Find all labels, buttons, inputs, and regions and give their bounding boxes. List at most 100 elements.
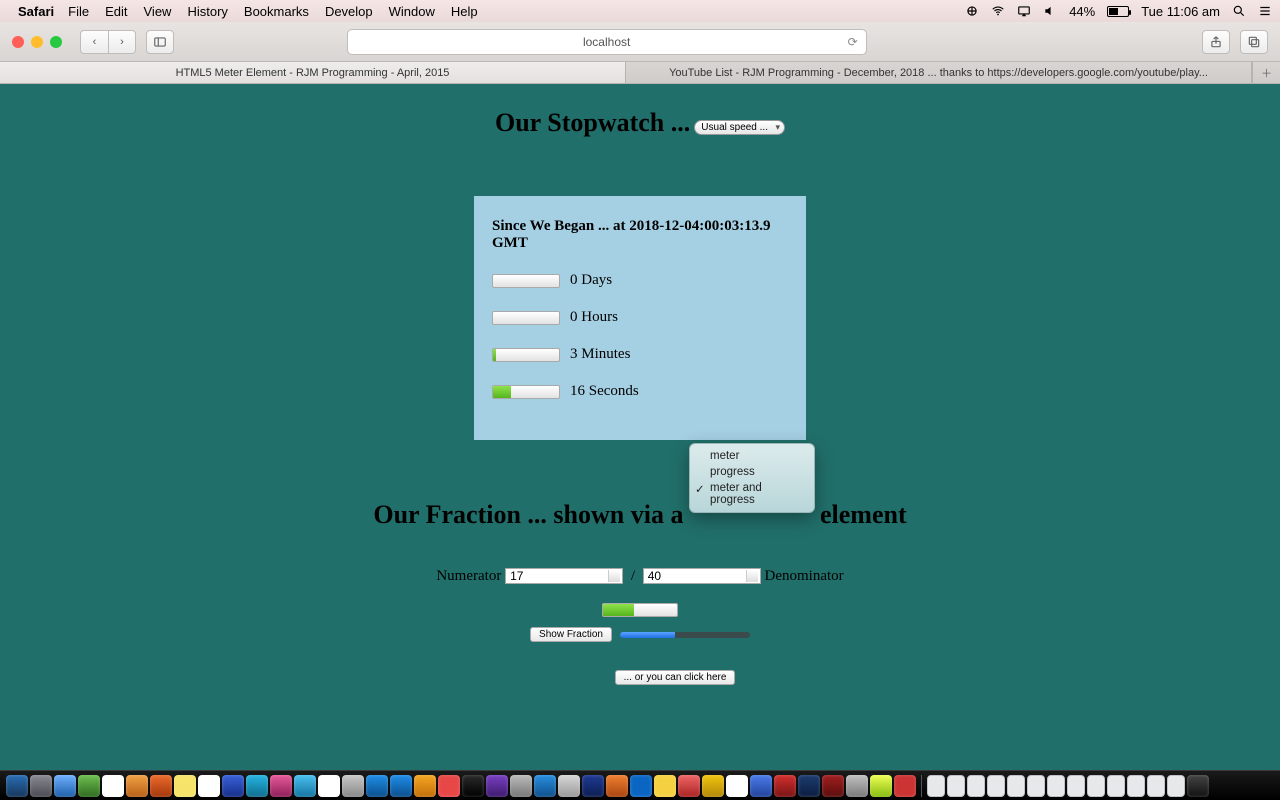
fullscreen-window-button[interactable]	[50, 36, 62, 48]
dock-trash[interactable]	[1187, 775, 1209, 797]
dock-min-window[interactable]	[967, 775, 985, 797]
dock-min-window[interactable]	[987, 775, 1005, 797]
speed-select[interactable]: Usual speed ...	[694, 120, 785, 135]
battery-icon[interactable]	[1107, 6, 1129, 17]
tab-1[interactable]: YouTube List - RJM Programming - Decembe…	[626, 62, 1252, 83]
dock-app[interactable]	[774, 775, 796, 797]
dock-app[interactable]	[102, 775, 124, 797]
avast-icon[interactable]	[965, 4, 979, 18]
dock-min-window[interactable]	[1167, 775, 1185, 797]
volume-icon[interactable]	[1043, 4, 1057, 18]
menu-file[interactable]: File	[68, 4, 89, 19]
dock-app[interactable]	[294, 775, 316, 797]
dock-min-window[interactable]	[1047, 775, 1065, 797]
dock-app[interactable]	[270, 775, 292, 797]
dock-app[interactable]	[894, 775, 916, 797]
forward-button[interactable]: ›	[108, 30, 136, 54]
dropdown-option-meter[interactable]: meter	[690, 448, 814, 464]
dock-min-window[interactable]	[947, 775, 965, 797]
fraction-progress	[620, 632, 750, 638]
element-type-dropdown[interactable]: meter progress meter and progress	[689, 443, 815, 513]
wifi-icon[interactable]	[991, 4, 1005, 18]
menu-history[interactable]: History	[187, 4, 227, 19]
menu-view[interactable]: View	[144, 4, 172, 19]
menu-develop[interactable]: Develop	[325, 4, 373, 19]
dock-finder[interactable]	[6, 775, 28, 797]
fraction-meter	[602, 603, 678, 617]
dock-app[interactable]	[342, 775, 364, 797]
menu-window[interactable]: Window	[389, 4, 435, 19]
dock-app[interactable]	[222, 775, 244, 797]
dock-app[interactable]	[30, 775, 52, 797]
dock-app[interactable]	[486, 775, 508, 797]
menubar-clock[interactable]: Tue 11:06 am	[1141, 4, 1220, 19]
dock-app[interactable]	[198, 775, 220, 797]
dock-app[interactable]	[366, 775, 388, 797]
tab-0[interactable]: HTML5 Meter Element - RJM Programming - …	[0, 62, 626, 83]
dock-min-window[interactable]	[927, 775, 945, 797]
menu-help[interactable]: Help	[451, 4, 478, 19]
back-button[interactable]: ‹	[80, 30, 108, 54]
dock-min-window[interactable]	[1027, 775, 1045, 797]
dock-app[interactable]	[702, 775, 724, 797]
dock-app[interactable]	[846, 775, 868, 797]
dock-app[interactable]	[822, 775, 844, 797]
airplay-icon[interactable]	[1017, 4, 1031, 18]
menu-edit[interactable]: Edit	[105, 4, 127, 19]
click-here-button[interactable]: ... or you can click here	[615, 670, 736, 685]
dock-app[interactable]	[390, 775, 412, 797]
dock-app[interactable]	[558, 775, 580, 797]
dropdown-option-meter-and-progress[interactable]: meter and progress	[690, 480, 814, 508]
dock-app[interactable]	[78, 775, 100, 797]
dock-app[interactable]	[582, 775, 604, 797]
dock-min-window[interactable]	[1067, 775, 1085, 797]
dock-min-window[interactable]	[1007, 775, 1025, 797]
dock-safari[interactable]	[54, 775, 76, 797]
meter-seconds	[492, 385, 560, 399]
dock-min-window[interactable]	[1147, 775, 1165, 797]
dock-min-window[interactable]	[1087, 775, 1105, 797]
dock-app[interactable]	[534, 775, 556, 797]
spotlight-icon[interactable]	[1232, 4, 1246, 18]
fraction-title: Our Fraction ... shown via a element	[373, 500, 906, 530]
dock-app[interactable]	[510, 775, 532, 797]
dock-app[interactable]	[462, 775, 484, 797]
share-icon	[1209, 35, 1223, 49]
minimize-window-button[interactable]	[31, 36, 43, 48]
sidebar-button[interactable]	[146, 30, 174, 54]
dock-app[interactable]	[126, 775, 148, 797]
dock-app[interactable]	[606, 775, 628, 797]
dropdown-option-progress[interactable]: progress	[690, 464, 814, 480]
close-window-button[interactable]	[12, 36, 24, 48]
dock-app[interactable]	[438, 775, 460, 797]
dock-app[interactable]	[798, 775, 820, 797]
new-tab-button[interactable]: ＋	[1252, 62, 1280, 83]
denominator-input[interactable]: 40	[643, 568, 761, 584]
menu-bookmarks[interactable]: Bookmarks	[244, 4, 309, 19]
dock-app[interactable]	[630, 775, 652, 797]
url-bar[interactable]: localhost ⟳	[347, 29, 867, 55]
dock-app[interactable]	[750, 775, 772, 797]
fraction-inputs: Numerator 17 / 40 Denominator	[0, 568, 1280, 585]
dock-app[interactable]	[654, 775, 676, 797]
tabs-button[interactable]	[1240, 30, 1268, 54]
dock-app[interactable]	[246, 775, 268, 797]
dock-min-window[interactable]	[1127, 775, 1145, 797]
dock-app[interactable]	[726, 775, 748, 797]
dock-min-window[interactable]	[1107, 775, 1125, 797]
macos-dock	[0, 770, 1280, 800]
dock-app[interactable]	[150, 775, 172, 797]
stopwatch-since-label: Since We Began ... at 2018-12-04:00:03:1…	[492, 218, 788, 252]
dock-app[interactable]	[318, 775, 340, 797]
dock-chrome[interactable]	[870, 775, 892, 797]
numerator-input[interactable]: 17	[505, 568, 623, 584]
share-button[interactable]	[1202, 30, 1230, 54]
dock-app[interactable]	[414, 775, 436, 797]
window-controls	[12, 36, 62, 48]
dock-app[interactable]	[678, 775, 700, 797]
dock-app[interactable]	[174, 775, 196, 797]
reload-icon[interactable]: ⟳	[848, 35, 858, 49]
show-fraction-button[interactable]: Show Fraction	[530, 627, 612, 642]
notification-center-icon[interactable]	[1258, 4, 1272, 18]
app-name[interactable]: Safari	[18, 4, 54, 19]
